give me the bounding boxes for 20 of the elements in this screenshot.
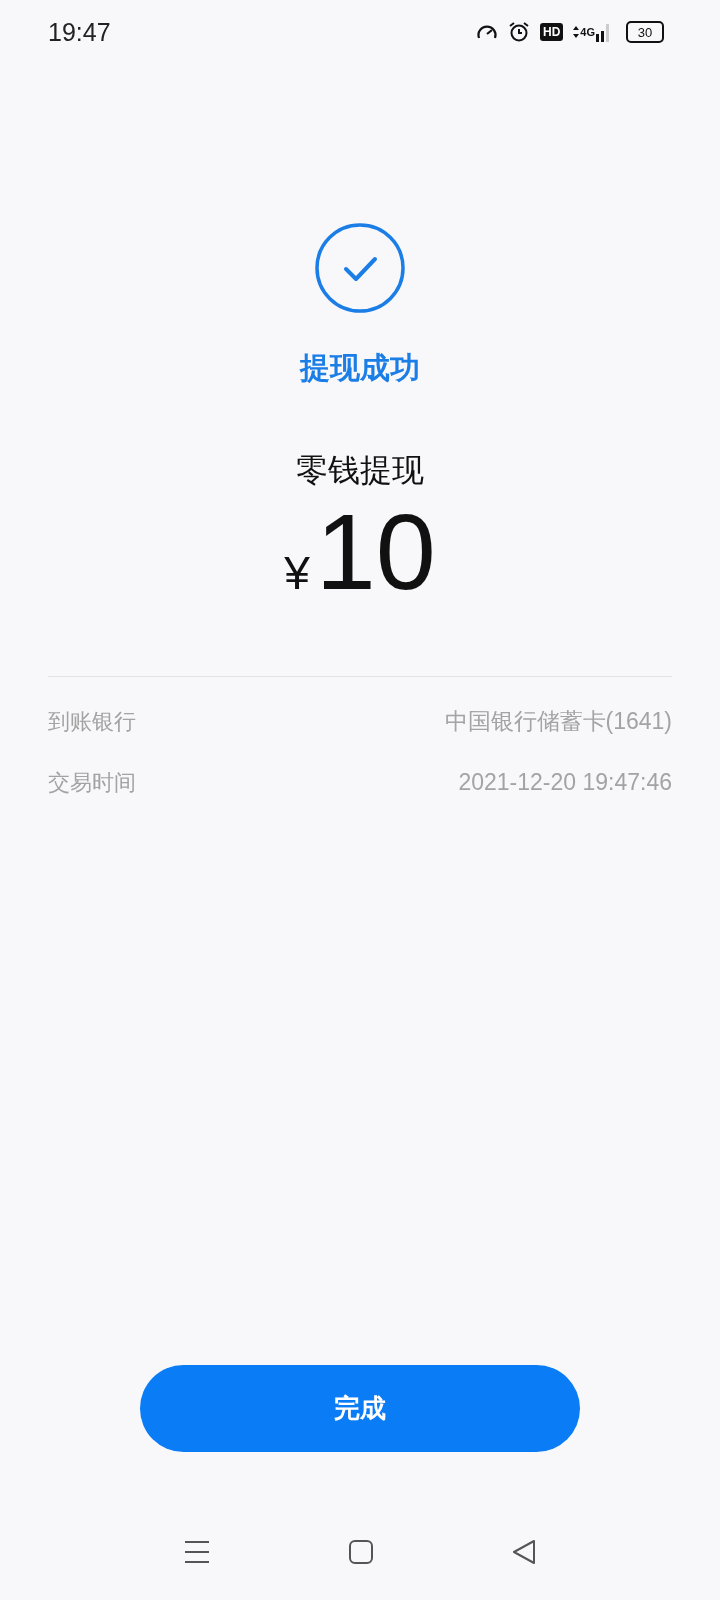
detail-label: 到账银行 xyxy=(48,707,136,736)
amount-value: 10 xyxy=(315,495,436,609)
detail-value: 2021-12-20 19:47:46 xyxy=(458,769,672,797)
back-triangle-icon[interactable] xyxy=(511,1540,536,1564)
success-check-icon xyxy=(314,222,406,314)
detail-label: 交易时间 xyxy=(48,768,136,797)
done-button[interactable]: 完成 xyxy=(140,1365,580,1452)
hd-badge: HD xyxy=(539,23,564,41)
data-arrows-icon xyxy=(573,25,580,39)
clock: 19:47 xyxy=(48,17,111,47)
network-type: 4G xyxy=(580,26,595,38)
detail-value: 中国银行储蓄卡(1641) xyxy=(444,707,672,737)
result-title: 提现成功 xyxy=(300,349,420,387)
alarm-clock-icon xyxy=(507,21,530,43)
transaction-type: 零钱提现 xyxy=(296,450,424,491)
menu-icon[interactable] xyxy=(184,1540,211,1564)
signal-icon xyxy=(596,22,612,42)
battery-level: 30 xyxy=(637,24,653,40)
currency-symbol: ¥ xyxy=(284,546,310,600)
home-square-icon[interactable] xyxy=(349,1540,373,1564)
